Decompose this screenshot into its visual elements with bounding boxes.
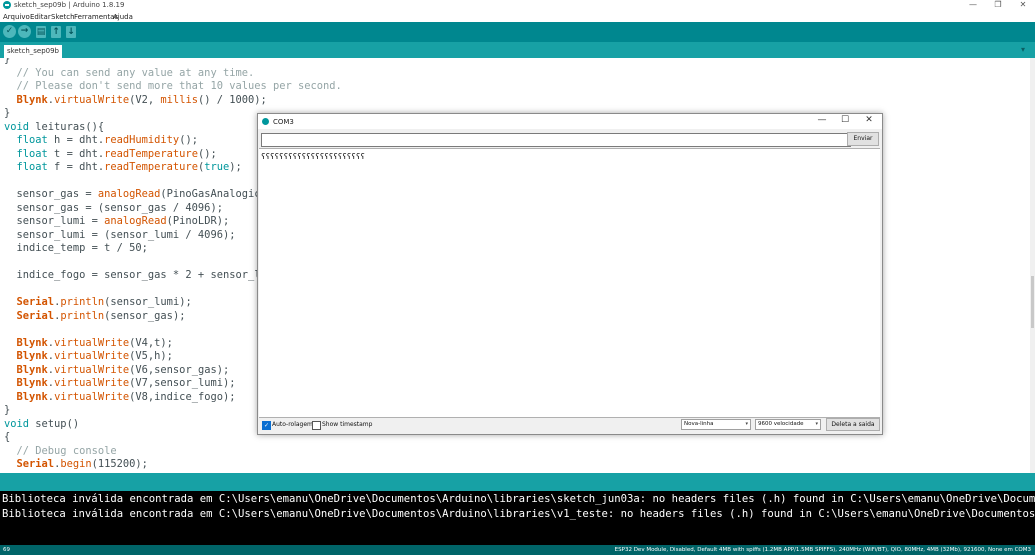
- code-line: Blynk.virtualWrite(V6,sensor_gas);: [16, 363, 230, 376]
- serial-maximize-button[interactable]: ☐: [838, 115, 852, 125]
- serial-minimize-button[interactable]: —: [815, 115, 829, 125]
- console-line: Biblioteca inválida encontrada em C:\Use…: [2, 508, 1035, 520]
- serial-output-text: ʕʕʕʕʕʕʕʕʕʕʕʕʕʕʕʕʕʕʕʕʕʕʕ: [261, 152, 365, 161]
- code-line: Blynk.virtualWrite(V8,indice_fogo);: [16, 390, 236, 403]
- board-info: ESP32 Dev Module, Disabled, Default 4MB …: [614, 547, 1031, 553]
- baud-rate-select[interactable]: 9600 velocidade ▾: [755, 419, 821, 430]
- code-line: Blynk.virtualWrite(V4,t);: [16, 336, 173, 349]
- code-line: Serial.println(sensor_gas);: [16, 309, 186, 322]
- code-line: void leituras(){: [4, 120, 105, 133]
- code-line: }: [4, 58, 11, 65]
- toolbar: ✓ → ▤ ↑ ↓ ⌕: [0, 22, 1035, 149]
- menu-arquivo[interactable]: Arquivo: [3, 13, 30, 21]
- open-icon[interactable]: ↑: [51, 26, 61, 38]
- baud-rate-value: 9600 velocidade: [758, 421, 804, 427]
- new-icon[interactable]: ▤: [36, 26, 46, 38]
- window-title: sketch_sep09b | Arduino 1.8.19: [14, 1, 125, 9]
- upload-icon[interactable]: →: [18, 25, 31, 38]
- status-bar: 69 ESP32 Dev Module, Disabled, Default 4…: [0, 545, 1035, 555]
- code-line: // Debug console: [16, 444, 117, 457]
- console-output: Biblioteca inválida encontrada em C:\Use…: [0, 491, 1035, 545]
- code-line: indice_temp = t / 50;: [4, 242, 148, 254]
- timestamp-checkbox[interactable]: [312, 421, 321, 430]
- editor-scrollbar[interactable]: [1030, 58, 1035, 473]
- line-number: 69: [3, 547, 10, 553]
- autoscroll-label: Auto-rolagem: [272, 421, 313, 428]
- code-line: float h = dht.readHumidity();: [16, 134, 198, 146]
- clear-output-button[interactable]: Deleta a saida: [826, 418, 880, 431]
- arduino-logo-icon: [3, 1, 11, 9]
- code-line: Serial.println(sensor_lumi);: [16, 296, 192, 308]
- timestamp-label: Show timestamp: [322, 421, 373, 428]
- code-line: Serial.begin(115200);: [16, 458, 148, 470]
- window-titlebar: sketch_sep09b | Arduino 1.8.19 — ❐ ✕: [0, 0, 1035, 11]
- code-line: Blynk.virtualWrite(V2, millis() / 1000);: [16, 93, 267, 106]
- code-line: // Please don't send more that 10 values…: [16, 80, 342, 92]
- tab-bar: sketch_sep09b ▾: [0, 42, 1035, 58]
- menu-editar[interactable]: Editar: [30, 13, 51, 21]
- code-line: }: [4, 107, 11, 119]
- menu-bar: Arquivo Editar Sketch Ferramentas Ajuda: [0, 11, 1035, 22]
- serial-monitor-window: COM3 — ☐ ✕ Enviar ʕʕʕʕʕʕʕʕʕʕʕʕʕʕʕʕʕʕʕʕʕʕ…: [257, 113, 883, 435]
- chevron-down-icon: ▾: [815, 421, 818, 427]
- menu-ajuda[interactable]: Ajuda: [113, 13, 133, 21]
- minimize-button[interactable]: —: [965, 0, 981, 9]
- code-line: Blynk.virtualWrite(V5,h);: [16, 350, 173, 362]
- code-line: sensor_gas = (sensor_gas / 4096);: [4, 201, 223, 214]
- code-line: {: [4, 431, 11, 443]
- serial-monitor-title: COM3: [273, 118, 294, 126]
- code-line: float t = dht.readTemperature();: [16, 147, 217, 160]
- verify-icon[interactable]: ✓: [3, 25, 16, 38]
- send-button[interactable]: Enviar: [847, 132, 879, 146]
- console-line: Biblioteca inválida encontrada em C:\Use…: [2, 493, 1035, 505]
- code-line: sensor_gas = analogRead(PinoGasAnalogica…: [4, 188, 280, 200]
- code-line: sensor_lumi = analogRead(PinoLDR);: [4, 215, 230, 227]
- serial-output-area[interactable]: ʕʕʕʕʕʕʕʕʕʕʕʕʕʕʕʕʕʕʕʕʕʕʕ: [259, 148, 880, 418]
- menu-ferramentas[interactable]: Ferramentas: [74, 13, 118, 21]
- scrollbar-thumb[interactable]: [1031, 276, 1034, 328]
- console-divider[interactable]: [0, 473, 1035, 491]
- chevron-down-icon: ▾: [745, 421, 748, 427]
- code-line: // You can send any value at any time.: [16, 66, 255, 79]
- line-ending-value: Nova-linha: [684, 421, 714, 427]
- close-button[interactable]: ✕: [1015, 0, 1031, 9]
- serial-monitor-titlebar: COM3 — ☐ ✕: [258, 114, 882, 129]
- code-line: Blynk.virtualWrite(V7,sensor_lumi);: [16, 377, 236, 389]
- code-line: }: [4, 404, 11, 416]
- tab-sketch[interactable]: sketch_sep09b: [4, 45, 62, 58]
- serial-send-input[interactable]: [261, 133, 851, 147]
- code-line: void setup(): [4, 417, 80, 430]
- maximize-button[interactable]: ❐: [990, 0, 1006, 9]
- line-ending-select[interactable]: Nova-linha ▾: [681, 419, 751, 430]
- autoscroll-checkbox[interactable]: ✓: [262, 421, 271, 430]
- code-line: float f = dht.readTemperature(true);: [16, 161, 242, 173]
- menu-sketch[interactable]: Sketch: [51, 13, 75, 21]
- serial-close-button[interactable]: ✕: [862, 115, 876, 125]
- code-line: sensor_lumi = (sensor_lumi / 4096);: [4, 228, 236, 241]
- save-icon[interactable]: ↓: [66, 26, 76, 38]
- tab-menu-icon[interactable]: ▾: [1021, 45, 1025, 54]
- arduino-logo-icon: [262, 118, 269, 125]
